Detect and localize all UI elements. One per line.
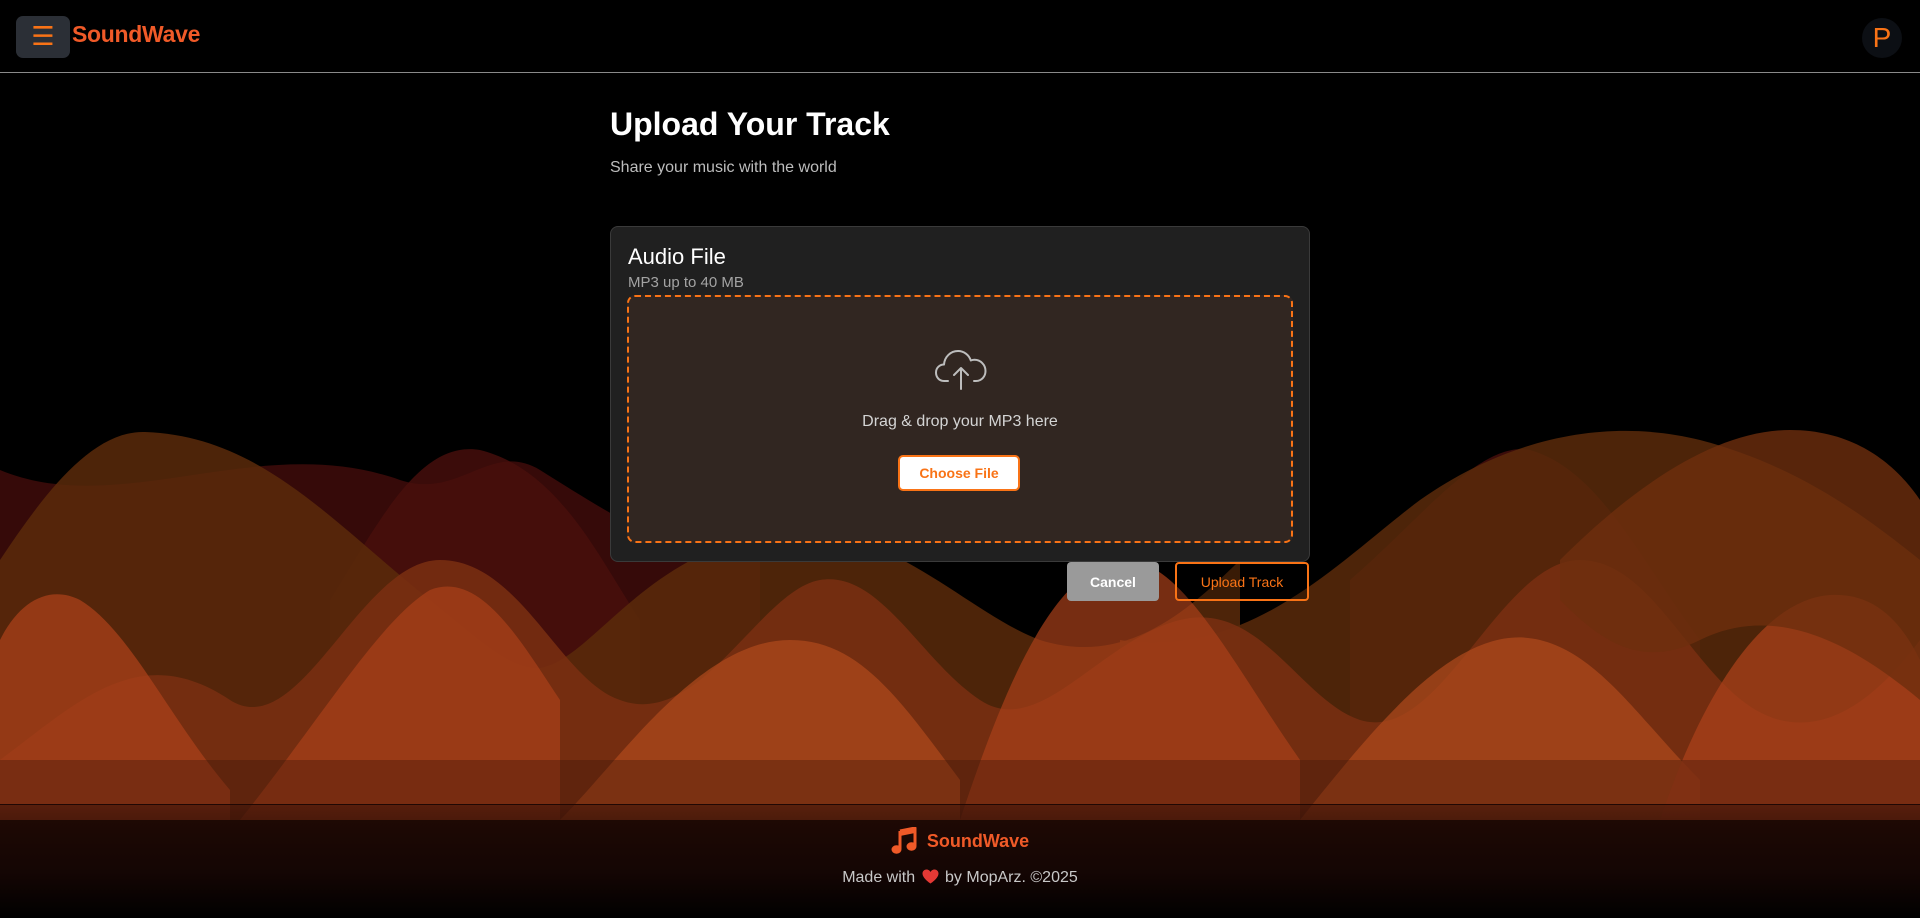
mp3-dropzone[interactable]: Drag & drop your MP3 here Choose File: [627, 295, 1293, 543]
footer-brand-name: SoundWave: [926, 830, 1030, 851]
site-footer: SoundWave Made with by MopArz. ©2025: [0, 804, 1920, 918]
music-note-icon: [891, 827, 917, 854]
footer-credit: Made with by MopArz. ©2025: [0, 869, 1920, 887]
credit-suffix: by MopArz. ©2025: [945, 869, 1078, 886]
footer-brand: SoundWave: [0, 827, 1920, 855]
user-avatar[interactable]: P: [1862, 18, 1902, 58]
dropzone-instructions: Drag & drop your MP3 here: [862, 413, 1058, 430]
heart-icon: [922, 869, 939, 884]
hamburger-icon: ☰: [31, 22, 55, 52]
upload-track-button[interactable]: Upload Track: [1175, 562, 1309, 601]
brand-logo-text[interactable]: SoundWave: [72, 21, 200, 48]
cancel-button[interactable]: Cancel: [1067, 562, 1159, 601]
top-navbar: ☰ SoundWave P: [0, 0, 1920, 73]
upload-page: ☰ SoundWave P Upload Your Track Share yo…: [0, 0, 1920, 918]
choose-file-button[interactable]: Choose File: [898, 455, 1020, 491]
audio-file-card: Audio File MP3 up to 40 MB Drag & drop y…: [610, 226, 1310, 562]
file-size-hint: MP3 up to 40 MB: [628, 274, 744, 291]
hamburger-menu-button[interactable]: ☰: [16, 16, 70, 58]
page-subtitle: Share your music with the world: [610, 159, 837, 176]
audio-file-title: Audio File: [628, 244, 726, 269]
cloud-upload-icon: [935, 350, 987, 390]
page-title: Upload Your Track: [610, 106, 890, 142]
credit-prefix: Made with: [842, 869, 916, 886]
